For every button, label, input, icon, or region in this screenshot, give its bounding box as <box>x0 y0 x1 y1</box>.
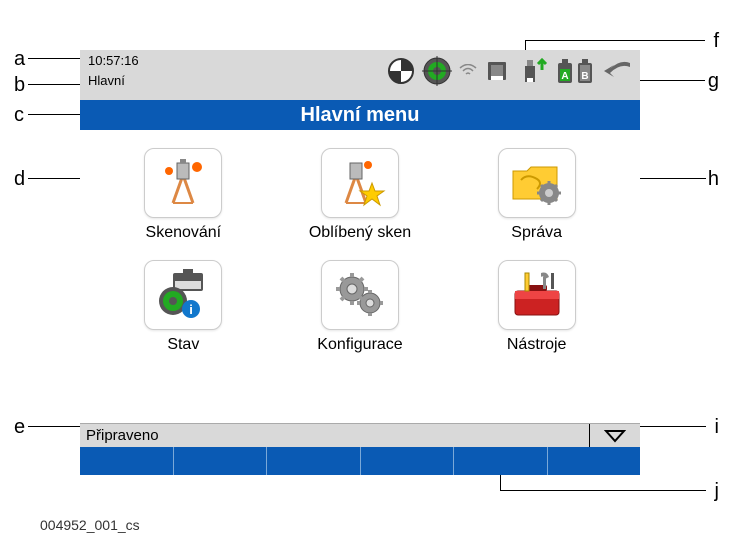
menu-label: Stav <box>167 336 199 354</box>
menu-label: Správa <box>511 224 562 242</box>
softkey-f1[interactable] <box>80 447 174 475</box>
callout-a: a <box>14 48 25 71</box>
leader-i <box>640 426 706 427</box>
wifi-icon[interactable] <box>458 56 478 86</box>
device-screen: 10:57:16 Hlavní AB <box>80 50 640 475</box>
softkey-bar <box>80 447 640 475</box>
menu-nastroje[interactable]: Nástroje <box>498 260 576 354</box>
sdcard-icon[interactable] <box>484 56 514 86</box>
svg-text:B: B <box>581 71 588 82</box>
gears-icon <box>321 260 399 330</box>
survey-scan-icon <box>144 148 222 218</box>
leader-b <box>28 84 86 85</box>
leader-f-h <box>525 40 705 41</box>
menu-label: Nástroje <box>507 336 567 354</box>
callout-d: d <box>14 168 25 191</box>
leader-a <box>28 58 86 59</box>
status-text: Připraveno <box>80 427 589 444</box>
callout-e: e <box>14 416 25 439</box>
leader-j-h <box>500 490 706 491</box>
softkey-f2[interactable] <box>174 447 268 475</box>
breadcrumb: Hlavní <box>88 73 139 89</box>
softkey-f6[interactable] <box>548 447 641 475</box>
menu-label: Oblíbený sken <box>309 224 411 242</box>
svg-text:i: i <box>190 302 194 317</box>
menu-sprava[interactable]: Správa <box>498 148 576 242</box>
callout-j: j <box>715 480 719 503</box>
menu-skenovani[interactable]: Skenování <box>144 148 222 242</box>
callout-g: g <box>708 70 719 93</box>
main-menu-grid: Skenování Oblíbený sken Správa i Stav Ko… <box>80 130 640 364</box>
level-icon[interactable] <box>386 56 416 86</box>
menu-label: Konfigurace <box>317 336 402 354</box>
softkey-f3[interactable] <box>267 447 361 475</box>
menu-konfigurace[interactable]: Konfigurace <box>317 260 402 354</box>
document-id: 004952_001_cs <box>40 517 140 533</box>
header-status-icons: AB <box>386 56 632 86</box>
menu-label: Skenování <box>146 224 222 242</box>
usb-upload-icon[interactable] <box>520 56 550 86</box>
callout-b: b <box>14 74 25 97</box>
svg-text:A: A <box>561 71 568 82</box>
callout-h: h <box>708 168 719 191</box>
menu-oblibeny-sken[interactable]: Oblíbený sken <box>309 148 411 242</box>
callout-c: c <box>14 104 24 127</box>
dropdown-toggle[interactable] <box>590 429 640 443</box>
clock-time: 10:57:16 <box>88 53 139 69</box>
back-arrow-icon[interactable] <box>602 56 632 86</box>
survey-star-icon <box>321 148 399 218</box>
battery-icon[interactable]: AB <box>556 56 596 86</box>
softkey-f4[interactable] <box>361 447 455 475</box>
leader-c <box>28 114 86 115</box>
target-icon[interactable] <box>422 56 452 86</box>
menu-stav[interactable]: i Stav <box>144 260 222 354</box>
callout-f: f <box>713 30 719 53</box>
page-title: Hlavní menu <box>80 100 640 130</box>
callout-i: i <box>715 416 719 439</box>
status-info-icon: i <box>144 260 222 330</box>
leader-e <box>28 426 86 427</box>
softkey-f5[interactable] <box>454 447 548 475</box>
header-bar: 10:57:16 Hlavní AB <box>80 50 640 100</box>
toolbox-icon <box>498 260 576 330</box>
status-bar: Připraveno <box>80 423 640 447</box>
folder-gear-icon <box>498 148 576 218</box>
